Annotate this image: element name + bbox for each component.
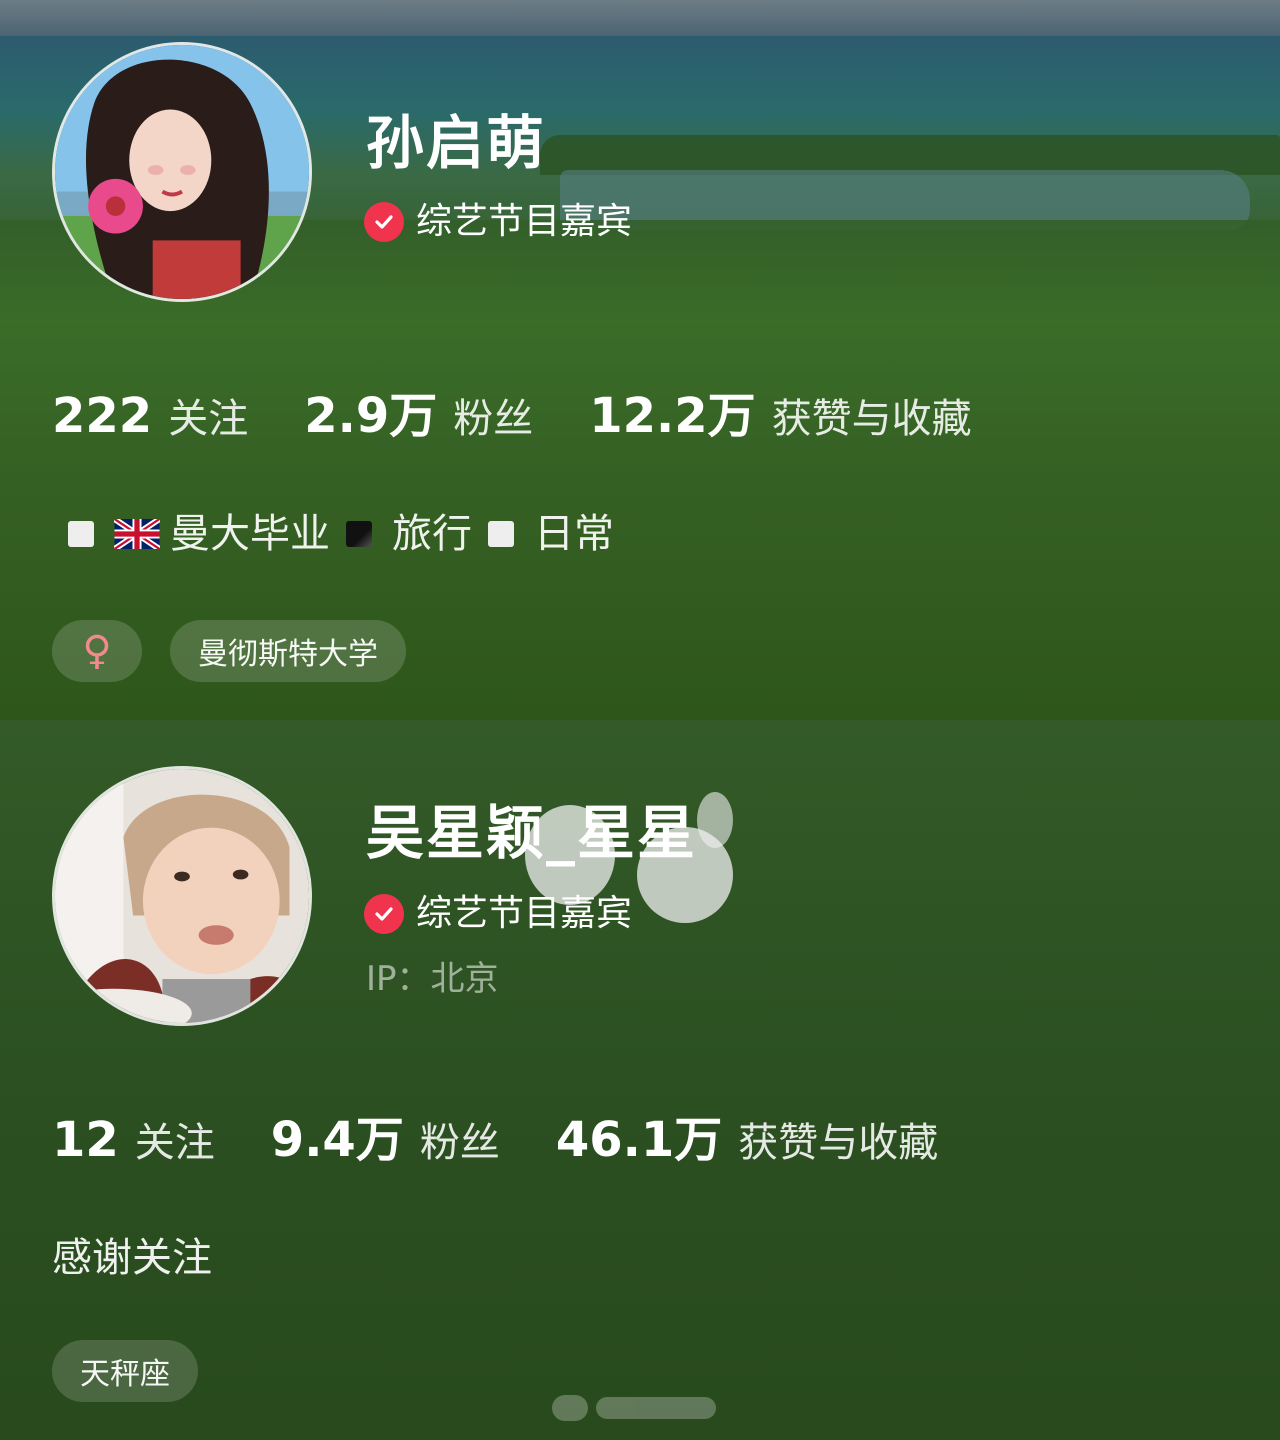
avatar[interactable] bbox=[52, 42, 312, 302]
background-reeds bbox=[540, 135, 1280, 175]
avatar[interactable] bbox=[52, 766, 312, 1026]
profile-name: 孙启萌 bbox=[366, 109, 547, 177]
stat-followers[interactable]: 2.9万 粉丝 bbox=[304, 392, 533, 440]
white-square-icon bbox=[488, 521, 514, 547]
tag-row: ♀ 曼彻斯特大学 bbox=[52, 620, 406, 682]
ip-location: IP：北京 bbox=[366, 959, 499, 999]
stat-following[interactable]: 222 关注 bbox=[52, 392, 248, 440]
gender-tag[interactable]: ♀ bbox=[52, 620, 142, 682]
profile-card-1: 孙启萌 综艺节目嘉宾 222 关注 2.9万 粉丝 12.2万 获赞与收藏 曼大… bbox=[0, 0, 1280, 720]
bio-part-3: 日常 bbox=[534, 511, 614, 557]
check-icon bbox=[364, 202, 404, 242]
verification-badge: 综艺节目嘉宾 bbox=[364, 202, 632, 242]
female-icon: ♀ bbox=[82, 628, 112, 674]
stat-number: 12 bbox=[52, 1112, 119, 1168]
stat-label: 获赞与收藏 bbox=[771, 396, 972, 442]
stat-likes-collects[interactable]: 12.2万 获赞与收藏 bbox=[589, 392, 971, 440]
stat-likes-collects[interactable]: 46.1万 获赞与收藏 bbox=[556, 1116, 938, 1164]
stat-label: 获赞与收藏 bbox=[738, 1120, 939, 1166]
stat-followers[interactable]: 9.4万 粉丝 bbox=[271, 1116, 500, 1164]
avatar-portrait bbox=[55, 45, 309, 299]
tag-row: 天秤座 bbox=[52, 1340, 198, 1402]
stats-row: 12 关注 9.4万 粉丝 46.1万 获赞与收藏 bbox=[52, 1116, 994, 1164]
profile-name: 吴星颖_星星 bbox=[366, 799, 698, 867]
stat-following[interactable]: 12 关注 bbox=[52, 1116, 215, 1164]
stat-label: 粉丝 bbox=[419, 1120, 500, 1166]
bio-part-1: 曼大毕业 bbox=[170, 511, 330, 557]
watermark-logo bbox=[552, 1395, 588, 1421]
verification-label: 综艺节目嘉宾 bbox=[416, 201, 633, 242]
background-hills bbox=[0, 0, 1280, 36]
watermark bbox=[552, 1388, 732, 1428]
white-square-icon bbox=[68, 521, 94, 547]
check-icon bbox=[364, 894, 404, 934]
stat-number: 46.1万 bbox=[555, 1112, 723, 1168]
school-tag[interactable]: 曼彻斯特大学 bbox=[170, 620, 406, 682]
watermark-text bbox=[596, 1397, 716, 1419]
profile-card-2: 吴星颖_星星 综艺节目嘉宾 IP：北京 12 关注 9.4万 粉丝 46.1万 … bbox=[0, 720, 1280, 1440]
verification-badge: 综艺节目嘉宾 bbox=[364, 894, 632, 934]
stat-number: 12.2万 bbox=[589, 388, 756, 444]
stat-number: 222 bbox=[52, 388, 153, 444]
stat-number: 9.4万 bbox=[270, 1112, 404, 1168]
stat-label: 关注 bbox=[168, 396, 249, 442]
stat-number: 2.9万 bbox=[304, 388, 438, 444]
bio-text: 感谢关注 bbox=[52, 1235, 212, 1281]
zodiac-tag[interactable]: 天秤座 bbox=[52, 1340, 198, 1402]
uk-flag-icon bbox=[114, 519, 160, 549]
avatar-portrait bbox=[55, 769, 309, 1023]
bio-text: 曼大毕业 旅行 日常 bbox=[52, 514, 614, 554]
stats-row: 222 关注 2.9万 粉丝 12.2万 获赞与收藏 bbox=[52, 392, 1028, 440]
black-square-icon bbox=[346, 521, 372, 547]
stat-label: 关注 bbox=[134, 1120, 215, 1166]
verification-label: 综艺节目嘉宾 bbox=[416, 893, 633, 934]
stat-label: 粉丝 bbox=[453, 396, 534, 442]
bio-part-2: 旅行 bbox=[392, 511, 472, 557]
